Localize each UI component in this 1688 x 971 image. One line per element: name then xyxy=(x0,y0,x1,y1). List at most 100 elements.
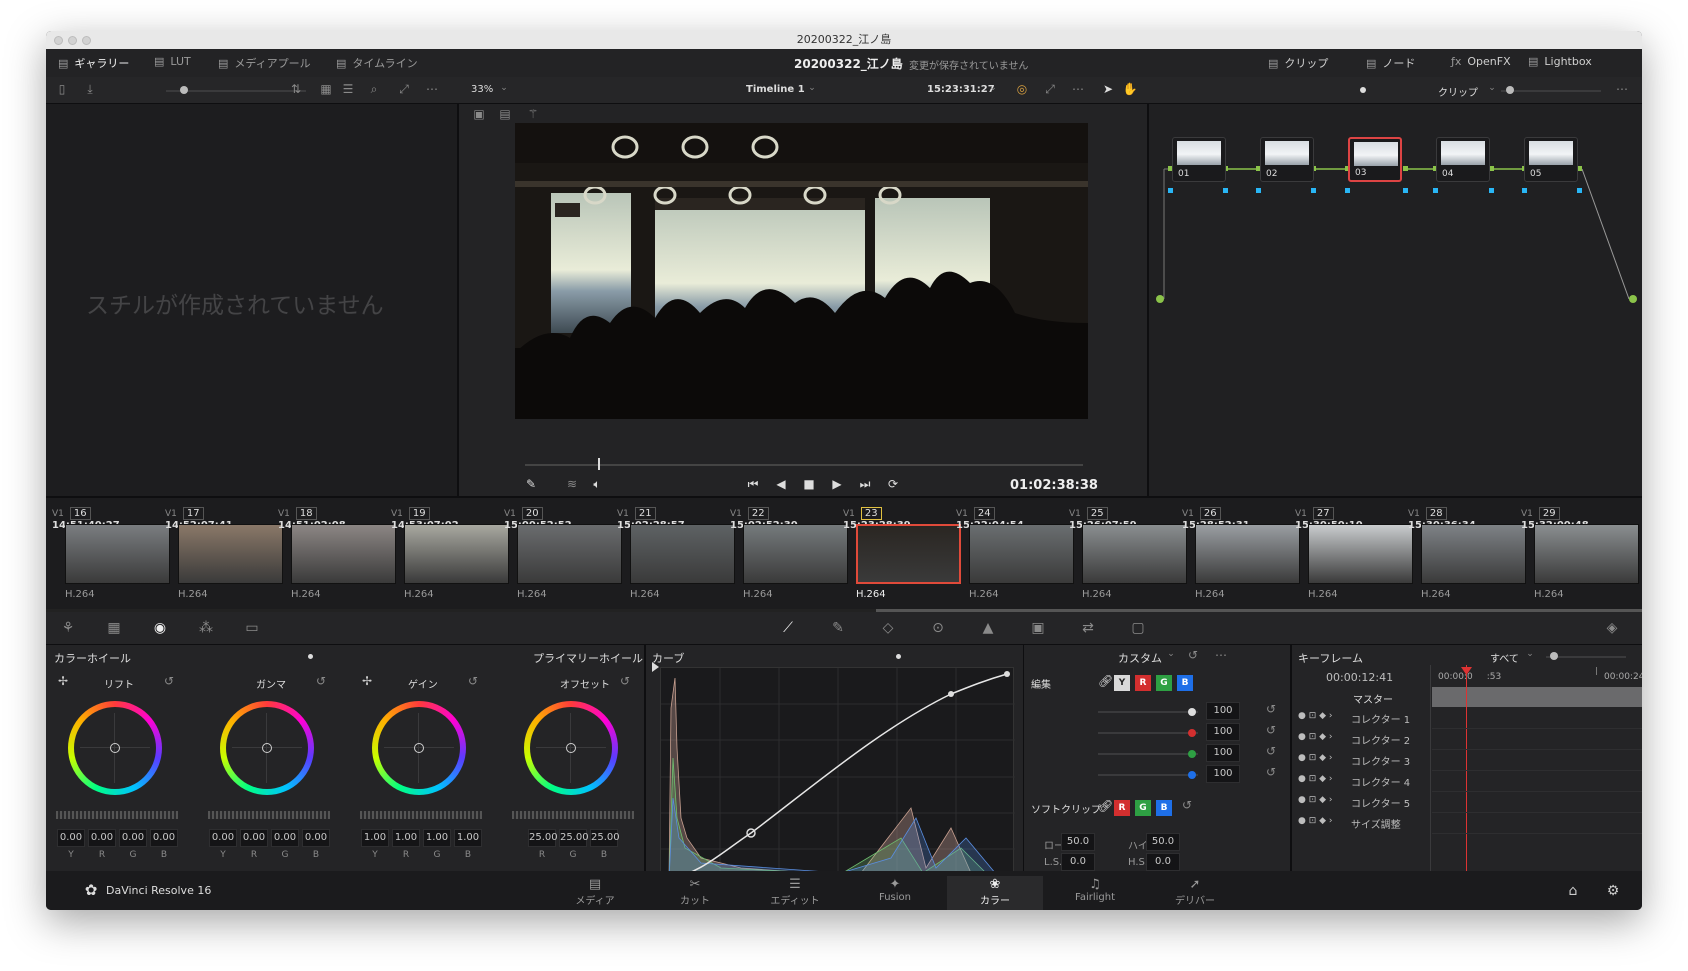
node-clip-chevron-icon[interactable]: ⌄ xyxy=(1486,83,1498,93)
master-wheel-dial[interactable] xyxy=(208,811,330,819)
source-timecode[interactable]: 15:23:31:27 xyxy=(927,84,995,95)
wheel-handle[interactable] xyxy=(566,743,576,753)
search-icon[interactable]: ⌕ xyxy=(366,82,382,97)
curves-options-icon[interactable]: ⋯ xyxy=(1214,648,1228,662)
keyframes-filter-chevron-icon[interactable]: ⌄ xyxy=(1524,649,1536,659)
wheel-value[interactable]: 25.00 xyxy=(528,829,558,847)
header-tab-node[interactable]: ▤ ノード xyxy=(1366,55,1415,71)
audio-icon[interactable]: 🔈︎ xyxy=(588,477,606,492)
camera-raw-icon[interactable]: ⚘ xyxy=(58,620,78,636)
clip-thumbnail[interactable] xyxy=(969,524,1074,584)
ls-value[interactable]: 0.0 xyxy=(1061,853,1095,871)
color-picker-icon[interactable]: ✎ xyxy=(522,477,540,491)
wheel-reset-icon[interactable]: ↺ xyxy=(618,674,632,688)
intensity-value[interactable]: 100 xyxy=(1206,702,1240,720)
intensity-slider[interactable] xyxy=(1098,753,1198,755)
clip-thumbnail[interactable] xyxy=(1195,524,1300,584)
key-icon[interactable]: ▣ xyxy=(1028,620,1048,636)
node-02[interactable]: 02 xyxy=(1260,137,1314,182)
intensity-slider[interactable] xyxy=(1098,732,1198,734)
sidebar-toggle-icon[interactable]: ▯ xyxy=(54,82,70,96)
wheel-value[interactable]: 25.00 xyxy=(590,829,620,847)
eyedropper-icon[interactable]: ✢ xyxy=(360,674,374,688)
header-tab-timeline[interactable]: ▤ タイムライン xyxy=(336,55,418,71)
close-window-button[interactable] xyxy=(54,36,63,45)
wheel-value[interactable]: 0.00 xyxy=(209,829,237,847)
header-tab-fx[interactable]: ƒx OpenFX xyxy=(1451,55,1511,68)
skip-forward-icon[interactable]: ⏭︎ xyxy=(856,477,874,492)
viewer-mode-icon[interactable]: ▣ xyxy=(470,107,488,121)
link-icon[interactable]: 🔗︎ xyxy=(1098,674,1113,688)
home-icon[interactable]: ⌂ xyxy=(1564,883,1582,899)
wheel-reset-icon[interactable]: ↺ xyxy=(466,674,480,688)
keyframes-zoom-slider[interactable] xyxy=(1546,656,1626,658)
header-tab-clip[interactable]: ▤ クリップ xyxy=(1268,55,1328,71)
wheels-page-dot[interactable] xyxy=(308,654,313,659)
page-tab-1[interactable]: ✂ カット xyxy=(647,876,743,910)
wheel-value[interactable]: 1.00 xyxy=(454,829,482,847)
keyframe-playhead[interactable] xyxy=(1466,665,1467,895)
soft-clip-reset-icon[interactable]: ↺ xyxy=(1180,798,1194,812)
intensity-reset-icon[interactable]: ↺ xyxy=(1264,723,1278,737)
wheel-value[interactable]: 1.00 xyxy=(361,829,389,847)
clip-thumbnail[interactable] xyxy=(630,524,735,584)
motion-effects-icon[interactable]: ▭ xyxy=(242,620,262,636)
keyframe-row-controls[interactable]: ● ⊡ ◆ › xyxy=(1298,816,1333,826)
eyedropper-icon[interactable]: ✢ xyxy=(56,674,70,688)
grid-view-icon[interactable]: ▦ xyxy=(318,82,334,96)
intensity-handle[interactable] xyxy=(1188,750,1196,758)
intensity-handle[interactable] xyxy=(1188,729,1196,737)
clip-thumbnail[interactable] xyxy=(1308,524,1413,584)
color-wheels-mode[interactable]: プライマリーホイール xyxy=(533,650,643,666)
3d-icon[interactable]: ▢ xyxy=(1128,620,1148,636)
intensity-handle[interactable] xyxy=(1188,771,1196,779)
node-zoom-slider[interactable] xyxy=(1501,90,1601,92)
pointer-tool-icon[interactable]: ➤ xyxy=(1100,82,1116,96)
clip-thumbnail[interactable] xyxy=(178,524,283,584)
channel-r-toggle[interactable]: R xyxy=(1135,675,1151,691)
skip-back-icon[interactable]: ⏮︎ xyxy=(744,477,762,492)
low-value[interactable]: 50.0 xyxy=(1061,833,1095,851)
master-wheel-dial[interactable] xyxy=(56,811,178,819)
wheel-reset-icon[interactable]: ↺ xyxy=(162,674,176,688)
channel-b-toggle[interactable]: B xyxy=(1177,675,1193,691)
blur-icon[interactable]: ▲ xyxy=(978,620,998,636)
loop-icon[interactable]: ⟳ xyxy=(884,477,902,491)
intensity-reset-icon[interactable]: ↺ xyxy=(1264,744,1278,758)
intensity-value[interactable]: 100 xyxy=(1206,723,1240,741)
header-tab-media-pool[interactable]: ▤ メディアプール xyxy=(218,55,311,71)
layers-icon[interactable]: ≋ xyxy=(563,477,581,491)
sort-icon[interactable]: ⇅ xyxy=(288,82,304,96)
list-view-icon[interactable]: ☰ xyxy=(340,82,356,96)
wheel-value[interactable]: 0.00 xyxy=(150,829,178,847)
keyframe-row-controls[interactable]: ● ⊡ ◆ › xyxy=(1298,732,1333,742)
node-zoom-handle[interactable] xyxy=(1506,86,1514,94)
clip-thumbnail[interactable] xyxy=(743,524,848,584)
window-tool-icon[interactable]: ◇ xyxy=(878,620,898,636)
hs-value[interactable]: 0.0 xyxy=(1146,853,1180,871)
timeline-chevron-icon[interactable]: ⌄ xyxy=(806,83,818,93)
split-screen-icon[interactable]: ▤ xyxy=(496,107,514,121)
stop-icon[interactable]: ■ xyxy=(800,477,818,491)
intensity-handle[interactable] xyxy=(1188,708,1196,716)
keyframe-row-controls[interactable]: ● ⊡ ◆ › xyxy=(1298,795,1333,805)
soft-clip-red[interactable]: R xyxy=(1114,800,1130,816)
node-04[interactable]: 04 xyxy=(1436,137,1490,182)
fullscreen-icon[interactable]: ⤢ xyxy=(1042,82,1058,97)
color-wheel[interactable] xyxy=(524,701,618,795)
page-tab-4[interactable]: ❀ カラー xyxy=(947,876,1043,910)
wheel-value[interactable]: 25.00 xyxy=(559,829,589,847)
keyframe-row-controls[interactable]: ● ⊡ ◆ › xyxy=(1298,774,1333,784)
node-03[interactable]: 03 xyxy=(1348,137,1402,182)
soft-clip-blue[interactable]: B xyxy=(1156,800,1172,816)
rgb-mixer-icon[interactable]: ⁂ xyxy=(196,620,216,636)
intensity-slider[interactable] xyxy=(1098,711,1198,713)
keyframes-zoom-handle[interactable] xyxy=(1550,652,1558,660)
curves-page-dot[interactable] xyxy=(896,654,901,659)
viewer-scrub-head[interactable] xyxy=(597,458,600,470)
clip-thumbnail[interactable] xyxy=(1421,524,1526,584)
node-clip-menu[interactable]: クリップ xyxy=(1438,84,1478,99)
clip-thumbnail[interactable] xyxy=(404,524,509,584)
curves-tab-icon[interactable]: ⟋ xyxy=(778,620,798,636)
play-reverse-icon[interactable]: ◀ xyxy=(772,477,790,491)
